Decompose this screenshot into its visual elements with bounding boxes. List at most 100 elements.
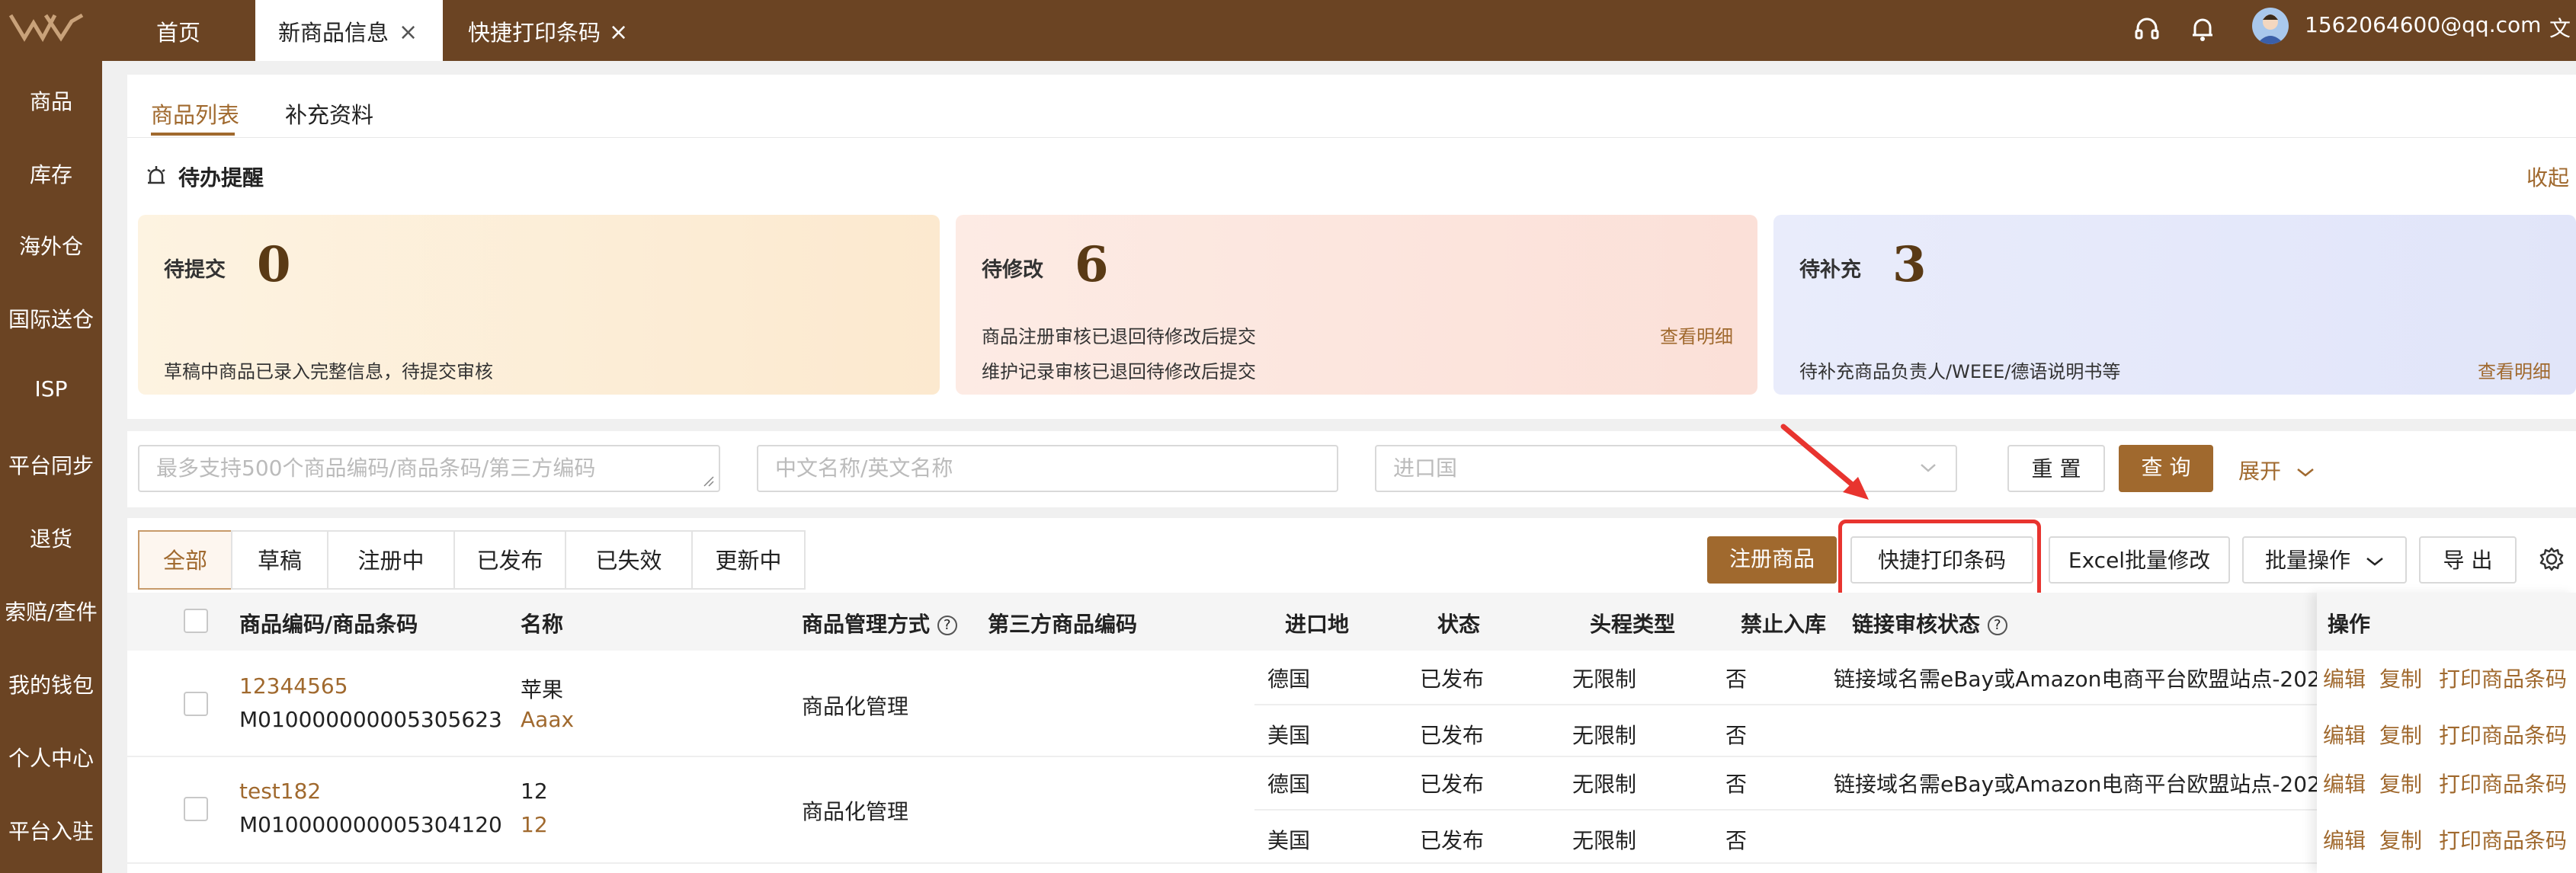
logo[interactable]	[0, 0, 95, 61]
todo-card-count: 6	[1075, 236, 1109, 293]
code-search-input[interactable]: 最多支持500个商品编码/商品条码/第三方编码	[138, 445, 720, 492]
product-name-en[interactable]: Aaax	[521, 707, 574, 732]
column-header-audit: 链接审核状态 ?	[1852, 608, 2007, 638]
logo-icon	[8, 13, 84, 43]
register-product-button[interactable]: 注册商品	[1707, 536, 1837, 584]
reset-button[interactable]: 重 置	[2007, 445, 2105, 492]
sidebar-item-international-delivery[interactable]: 国际送仓	[0, 303, 102, 334]
row-checkbox[interactable]	[184, 692, 208, 716]
todo-card-desc: 草稿中商品已录入完整信息，待提交审核	[164, 361, 493, 382]
status-tab-all[interactable]: 全部	[138, 530, 232, 590]
sidebar-item-onboarding[interactable]: 平台入驻	[0, 815, 102, 846]
expand-toggle[interactable]: 展开	[2238, 455, 2315, 485]
headset-icon[interactable]	[2132, 14, 2162, 44]
close-icon[interactable]: ×	[399, 0, 418, 66]
sidebar-item-returns[interactable]: 退货	[0, 523, 102, 553]
subtab-supplement[interactable]: 补充资料	[285, 98, 373, 130]
row-divider	[127, 756, 2317, 757]
tab-quick-print[interactable]: 快捷打印条码 ×	[468, 0, 628, 61]
top-bar: 首页 新商品信息 × 快捷打印条码 × 1562064600@qq.com 文	[0, 0, 2576, 61]
todo-card-label: 待修改	[982, 258, 1043, 282]
select-all-checkbox[interactable]	[184, 609, 208, 633]
management-mode: 商品化管理	[802, 694, 909, 719]
sidebar-item-profile[interactable]: 个人中心	[0, 742, 102, 772]
search-button[interactable]: 查 询	[2119, 445, 2213, 492]
print-barcode-link[interactable]: 打印商品条码	[2439, 663, 2567, 693]
column-header-mgmt-label: 商品管理方式	[802, 612, 931, 637]
collapse-link[interactable]: 收起	[2526, 161, 2569, 192]
copy-link[interactable]: 复制	[2379, 824, 2422, 855]
help-icon[interactable]: ?	[937, 616, 957, 635]
gear-icon[interactable]	[2538, 545, 2565, 573]
annotation-arrow-icon	[1780, 424, 1869, 500]
column-header-code: 商品编码/商品条码	[239, 612, 418, 637]
table-header	[127, 593, 2576, 651]
sidebar-item-isp[interactable]: ISP	[0, 376, 102, 401]
status-tab-updating[interactable]: 更新中	[691, 530, 806, 590]
todo-card-pending-submit[interactable]: 待提交 0 草稿中商品已录入完整信息，待提交审核	[138, 215, 940, 395]
column-header-ban: 禁止入库	[1741, 612, 1827, 637]
product-barcode: M010000000005305623	[239, 707, 502, 732]
todo-card-pending-supplement[interactable]: 待补充 3 待补充商品负责人/WEEE/德语说明书等 查看明细	[1773, 215, 2576, 395]
export-button[interactable]: 导 出	[2419, 536, 2517, 584]
row-divider	[1254, 704, 2317, 705]
status-tab-published[interactable]: 已发布	[453, 530, 566, 590]
todo-card-label: 待提交	[164, 258, 226, 282]
sidebar-item-products[interactable]: 商品	[0, 85, 102, 116]
sidebar-item-overseas-warehouse[interactable]: 海外仓	[0, 230, 102, 261]
active-subtab-indicator	[151, 133, 235, 136]
help-icon[interactable]: ?	[1987, 616, 2007, 635]
status-tab-expired[interactable]: 已失效	[565, 530, 693, 590]
subtab-product-list[interactable]: 商品列表	[151, 98, 239, 130]
tab-home-label: 首页	[156, 20, 201, 46]
todo-card-desc: 待补充商品负责人/WEEE/德语说明书等	[1799, 361, 2121, 382]
close-icon[interactable]: ×	[609, 0, 628, 66]
edit-link[interactable]: 编辑	[2323, 768, 2366, 798]
column-header-audit-label: 链接审核状态	[1852, 612, 1981, 637]
sidebar-item-inventory[interactable]: 库存	[0, 158, 102, 189]
language-switch[interactable]: 文	[2549, 12, 2571, 43]
sidebar-item-platform-sync[interactable]: 平台同步	[0, 449, 102, 480]
product-name-en[interactable]: 12	[521, 812, 548, 837]
print-barcode-link[interactable]: 打印商品条码	[2439, 768, 2567, 798]
view-details-link[interactable]: 查看明细	[1660, 321, 1733, 348]
column-header-mgmt: 商品管理方式 ?	[802, 608, 957, 638]
ban-inbound: 否	[1725, 723, 1748, 748]
row-checkbox[interactable]	[184, 797, 208, 821]
copy-link[interactable]: 复制	[2379, 719, 2422, 750]
user-email[interactable]: 1562064600@qq.com	[2305, 12, 2541, 37]
edit-link[interactable]: 编辑	[2323, 824, 2366, 855]
copy-link[interactable]: 复制	[2379, 768, 2422, 798]
sidebar-item-claims[interactable]: 索赔/查件	[0, 596, 102, 626]
status-tab-draft[interactable]: 草稿	[231, 530, 328, 590]
avatar-icon	[2257, 14, 2284, 44]
excel-batch-edit-button[interactable]: Excel批量修改	[2049, 536, 2230, 584]
bell-icon[interactable]	[2187, 14, 2218, 44]
status-tab-registering[interactable]: 注册中	[327, 530, 455, 590]
tab-home[interactable]: 首页	[156, 0, 200, 61]
tab-new-product-info[interactable]: 新商品信息 ×	[255, 0, 443, 61]
origin: 美国	[1267, 723, 1311, 748]
print-barcode-link[interactable]: 打印商品条码	[2439, 824, 2567, 855]
view-details-link[interactable]: 查看明细	[2478, 357, 2551, 383]
sidebar-item-wallet[interactable]: 我的钱包	[0, 669, 102, 699]
todo-card-pending-modify[interactable]: 待修改 6 商品注册审核已退回待修改后提交 维护记录审核已退回待修改后提交 查看…	[956, 215, 1757, 395]
ban-inbound: 否	[1725, 667, 1748, 692]
row-divider	[1254, 809, 2317, 811]
batch-operations-button[interactable]: 批量操作	[2242, 536, 2407, 584]
avatar[interactable]	[2252, 8, 2289, 44]
chevron-down-icon	[1921, 464, 1936, 472]
product-code-link[interactable]: test182	[239, 779, 321, 804]
row-divider	[127, 862, 2317, 864]
name-search-input[interactable]: 中文名称/英文名称	[757, 445, 1338, 492]
todo-card-count: 0	[257, 236, 291, 293]
copy-link[interactable]: 复制	[2379, 663, 2422, 693]
todo-card-count: 3	[1892, 236, 1927, 293]
ban-inbound: 否	[1725, 772, 1748, 797]
tab-quick-print-label: 快捷打印条码	[468, 20, 601, 46]
edit-link[interactable]: 编辑	[2323, 719, 2366, 750]
operations-column: 操作 编辑 复制 打印商品条码 编辑 复制 打印商品条码 编辑 复制 打印商品条…	[2317, 593, 2576, 873]
product-code-link[interactable]: 12344565	[239, 673, 348, 699]
print-barcode-link[interactable]: 打印商品条码	[2439, 719, 2567, 750]
edit-link[interactable]: 编辑	[2323, 663, 2366, 693]
